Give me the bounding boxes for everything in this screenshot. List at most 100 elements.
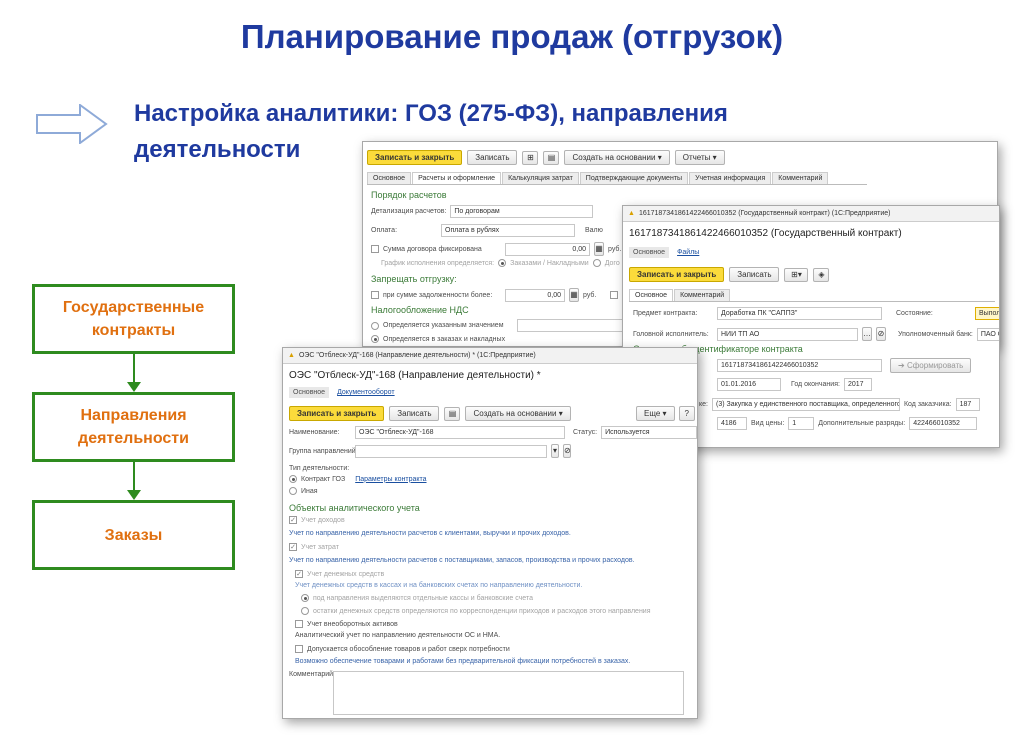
- end-year-field[interactable]: 2017: [843, 378, 872, 391]
- pay-label: Оплата:: [371, 227, 398, 234]
- fixed-assets-checkbox[interactable]: [295, 620, 303, 628]
- save-close-button[interactable]: Записать и закрыть: [289, 406, 385, 421]
- calculator-icon[interactable]: ▦: [569, 288, 579, 302]
- calculator-icon[interactable]: ▦: [594, 242, 604, 256]
- box-text: Государственные: [62, 299, 205, 316]
- open-icon[interactable]: ⊘: [563, 444, 571, 458]
- direction-heading: ОЭС "Отблеск-УД"-168 (Направление деятел…: [289, 370, 541, 381]
- state-field[interactable]: Выполня: [975, 307, 999, 320]
- print-icon[interactable]: ▤: [444, 406, 461, 421]
- arrow-down-icon: [127, 490, 141, 500]
- bank-label: Уполномоченный банк:: [898, 330, 973, 338]
- flow-connector: [133, 462, 135, 492]
- detail-field[interactable]: По договорам: [450, 205, 594, 218]
- save-close-button[interactable]: Записать и закрыть: [629, 267, 725, 282]
- schedule-orders-radio[interactable]: [498, 259, 507, 267]
- tab-costing[interactable]: Калькуляция затрат: [502, 172, 579, 184]
- more-icon[interactable]: …: [862, 327, 872, 341]
- debt-field[interactable]: 0,00: [505, 288, 565, 302]
- costs-checkbox[interactable]: [289, 543, 297, 551]
- cash-note: Учет денежных средств в кассах и на банк…: [295, 582, 583, 589]
- section-payment: Порядок расчетов: [371, 190, 447, 200]
- comment-label: Комментарий:: [289, 671, 336, 678]
- vat-field[interactable]: [517, 319, 627, 332]
- save-button[interactable]: Записать: [729, 267, 780, 282]
- status-field[interactable]: Используется: [601, 426, 697, 439]
- save-button[interactable]: Записать: [467, 150, 518, 165]
- direction-window: ▲ ОЭС "Отблеск-УД"-168 (Направление деят…: [282, 347, 698, 719]
- dropdown-icon[interactable]: ▾: [551, 444, 559, 458]
- reports-button[interactable]: Отчеты ▾: [674, 150, 725, 165]
- number-field[interactable]: 4186: [717, 417, 747, 430]
- income-checkbox[interactable]: [289, 516, 297, 524]
- purchase-field[interactable]: (3) Закупка у единственного поставщика, …: [711, 398, 900, 411]
- customer-field[interactable]: 187: [955, 398, 980, 411]
- save-close-button[interactable]: Записать и закрыть: [367, 150, 463, 165]
- cash-balance-radio[interactable]: [301, 607, 309, 615]
- tab-settlements[interactable]: Расчеты и оформление: [412, 172, 502, 184]
- bank-field[interactable]: ПАО СБЕ: [976, 327, 999, 341]
- open-icon[interactable]: ⊘: [876, 327, 886, 341]
- extra-field[interactable]: 422466010352: [909, 417, 978, 430]
- sum-field[interactable]: 0,00: [505, 242, 590, 256]
- section-ship: Запрещать отгрузку:: [371, 274, 457, 284]
- vat-orders-label: Определяется в заказах и накладных: [383, 335, 506, 343]
- executor-field[interactable]: НИИ ТП АО: [717, 327, 858, 341]
- box-state-contracts: Государственные контракты: [32, 284, 235, 354]
- limit-checkbox[interactable]: [610, 291, 619, 299]
- box-text: Заказы: [104, 526, 163, 544]
- create-based-button[interactable]: Создать на основании ▾: [564, 150, 670, 165]
- tab-accounting[interactable]: Учетная информация: [689, 172, 772, 184]
- cash-checkbox[interactable]: [295, 570, 303, 578]
- tab-comment[interactable]: Комментарий: [674, 289, 731, 301]
- name-field[interactable]: ОЭС "Отблеск-УД"-168: [355, 426, 565, 439]
- sum-fixed-checkbox[interactable]: [371, 245, 379, 253]
- structure-icon[interactable]: ⊞▾: [784, 267, 809, 282]
- print-icon[interactable]: ▤: [543, 150, 560, 165]
- tab-main[interactable]: Основное: [629, 289, 674, 301]
- income-note: Учет по направлению деятельности расчето…: [289, 530, 571, 537]
- title-bar: ▲ ОЭС "Отблеск-УД"-168 (Направление деят…: [283, 348, 697, 364]
- create-based-button[interactable]: Создать на основании ▾: [465, 406, 571, 421]
- identifier-field[interactable]: 1617187341861422466010352: [717, 359, 882, 372]
- cash-separate-radio[interactable]: [301, 594, 309, 602]
- debt-checkbox[interactable]: [371, 291, 379, 299]
- nav-files[interactable]: Файлы: [677, 249, 699, 256]
- group-field[interactable]: [355, 444, 547, 458]
- generate-button[interactable]: ➔ Сформировать: [890, 358, 972, 373]
- subject-field[interactable]: Доработка ПК "САППЗ": [717, 307, 882, 320]
- nav-main[interactable]: Основное: [289, 387, 330, 398]
- schedule-contract-radio[interactable]: [592, 259, 601, 267]
- comment-field[interactable]: [333, 671, 684, 715]
- contract-params-link[interactable]: Параметры контракта: [355, 476, 426, 483]
- vat-orders-radio[interactable]: [371, 335, 379, 343]
- nav-docflow[interactable]: Документооборот: [337, 389, 395, 396]
- app-logo-icon: ▲: [288, 352, 295, 359]
- pay-field[interactable]: Оплата в рублях: [441, 224, 575, 237]
- cash-separate-label: под направления выделяются отдельные кас…: [313, 594, 533, 602]
- price-label: Вид цены:: [751, 420, 785, 427]
- goods-checkbox[interactable]: [295, 645, 303, 653]
- cash-balance-label: остатки денежных средств определяются по…: [313, 607, 651, 615]
- structure-icon[interactable]: ⊞: [522, 150, 539, 165]
- fixed-assets-note: Аналитический учет по направлению деятел…: [295, 632, 501, 639]
- related-icon[interactable]: ◈: [813, 267, 830, 282]
- type-other-radio[interactable]: [289, 487, 297, 495]
- vat-fixed-label: Определяется указанным значением: [383, 322, 504, 329]
- sum-fixed-label: Сумма договора фиксирована: [383, 245, 482, 253]
- price-field[interactable]: 1: [788, 417, 815, 430]
- help-button[interactable]: ?: [678, 406, 695, 421]
- type-goz-radio[interactable]: [289, 475, 297, 483]
- tab-bar: Основное Комментарий: [629, 289, 995, 302]
- vat-fixed-radio[interactable]: [371, 321, 379, 330]
- tab-documents[interactable]: Подтверждающие документы: [579, 172, 689, 184]
- extra-label: Дополнительные разряды:: [818, 420, 906, 427]
- contract-heading: 1617187341861422466010352 (Государственн…: [629, 228, 902, 239]
- save-button[interactable]: Записать: [389, 406, 440, 421]
- arrow-right-icon: [36, 103, 108, 149]
- tab-comment[interactable]: Комментарий: [772, 172, 829, 184]
- tab-main[interactable]: Основное: [367, 172, 412, 184]
- date-field[interactable]: 01.01.2016: [717, 378, 781, 391]
- more-button[interactable]: Еще ▾: [636, 406, 675, 421]
- nav-main[interactable]: Основное: [629, 247, 670, 258]
